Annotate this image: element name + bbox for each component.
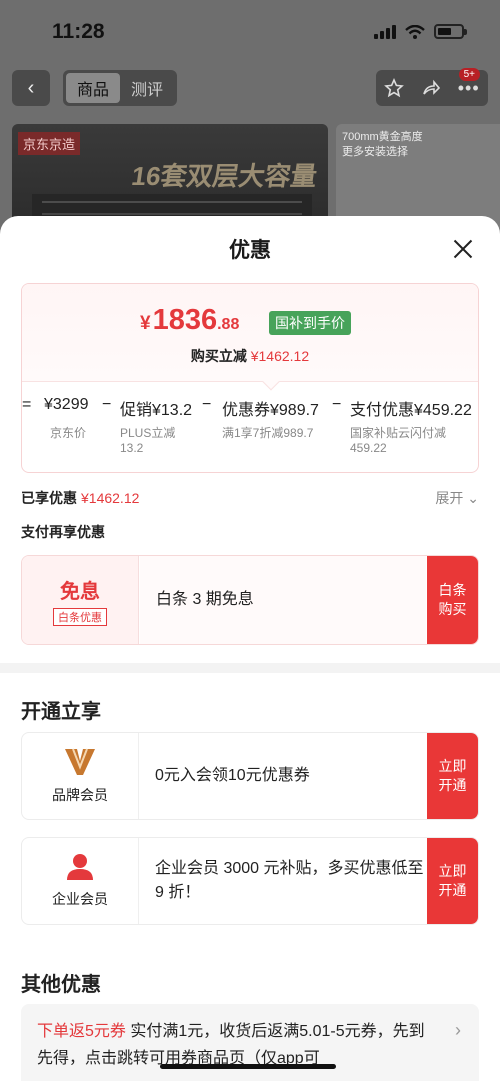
- interest-free-label: 免息: [60, 580, 100, 603]
- status-bar: 11:28: [0, 0, 500, 60]
- minus-sign: −: [202, 396, 212, 413]
- final-price-area: ¥ 1836 .88 国补到手价 购买立减 ¥1462.12: [22, 284, 478, 391]
- buy-discount-value: ¥1462.12: [250, 348, 310, 364]
- baitiao-tag: 白条优惠: [53, 607, 107, 626]
- tab-switch: 商品 测评: [63, 70, 177, 106]
- enterprise-member-open-button[interactable]: 立即 开通: [427, 838, 478, 924]
- pay-discount-amount: 支付优惠¥459.22: [350, 402, 472, 419]
- return-coupon-card[interactable]: 下单返5元券 实付满1元，收货后返满5.01-5元券，先到先得，点击跳转可用券商…: [21, 1004, 479, 1081]
- chevron-right-icon: ›: [455, 1020, 461, 1040]
- home-indicator[interactable]: [160, 1064, 336, 1069]
- baitiao-left: 免息 白条优惠: [22, 556, 139, 644]
- baitiao-offer-card[interactable]: 免息 白条优惠 白条 3 期免息 白条 购买: [21, 555, 479, 645]
- pointer-notch: [262, 373, 280, 391]
- equals-sign: =: [22, 396, 32, 413]
- close-icon[interactable]: [452, 238, 474, 260]
- jd-price: ¥3299: [44, 396, 89, 413]
- star-icon[interactable]: [384, 78, 405, 98]
- price-formula: = ¥3299 − 促销¥13.2 − 优惠券¥989.7 − 支付优惠¥459…: [22, 396, 478, 419]
- enterprise-member-card[interactable]: 企业会员 企业会员 3000 元补贴，多买优惠低至 9 折！ 立即 开通: [21, 837, 479, 925]
- buy-discount-label: 购买立减: [190, 348, 247, 364]
- coupon-amount: 优惠券¥989.7: [222, 402, 319, 419]
- price-breakdown-card: ¥ 1836 .88 国补到手价 购买立减 ¥1462.12 = ¥3299 −…: [21, 283, 479, 473]
- section-divider: [0, 663, 500, 673]
- tab-product[interactable]: 商品: [66, 73, 120, 103]
- brand-member-text: 0元入会领10元优惠券: [155, 767, 310, 784]
- enterprise-member-label: 企业会员: [52, 891, 108, 907]
- pay-again-heading: 支付再享优惠: [21, 524, 105, 540]
- share-icon[interactable]: [421, 78, 441, 98]
- top-nav: ‹ 商品 测评 ••• 5+: [0, 68, 500, 108]
- enjoyed-value: ¥1462.12: [81, 490, 140, 506]
- brand-v-logo-icon: [65, 748, 95, 775]
- product-page-background: 京东京造 16套双层大容量 700mm黄金高度 更多安装选择 11:28 ‹ 商…: [0, 0, 500, 240]
- enterprise-member-left: 企业会员: [22, 838, 139, 924]
- open-benefits-heading: 开通立享: [21, 701, 101, 723]
- enjoyed-discount-row: 已享优惠 ¥1462.12: [21, 488, 139, 508]
- wifi-icon: [405, 24, 425, 39]
- price-integer: 1836: [152, 304, 218, 336]
- coupon-detail: 满1享7折减989.7: [222, 426, 314, 440]
- baitiao-text: 白条 3 期免息: [140, 556, 426, 644]
- price-currency: ¥: [140, 313, 151, 334]
- signal-icon: [374, 24, 396, 39]
- pay-discount-detail: 国家补贴云闪付减 459.22: [350, 426, 447, 455]
- back-icon: ‹: [27, 76, 35, 99]
- user-icon: [67, 854, 93, 880]
- message-badge: 5+: [458, 68, 480, 81]
- price-decimal: .88: [217, 316, 240, 333]
- return-coupon-highlight: 下单返5元券: [37, 1023, 126, 1040]
- brand-member-label: 品牌会员: [52, 787, 108, 803]
- other-discounts-heading: 其他优惠: [21, 974, 101, 996]
- brand-member-left: 品牌会员: [22, 733, 139, 819]
- brand-member-card[interactable]: 品牌会员 0元入会领10元优惠券 立即 开通: [21, 732, 479, 820]
- expand-toggle[interactable]: 展开 ⌄: [435, 488, 479, 508]
- minus-sign: −: [102, 396, 112, 413]
- minus-sign: −: [332, 396, 342, 413]
- nav-actions: ••• 5+: [376, 68, 488, 106]
- jd-price-label: 京东价: [50, 426, 87, 440]
- battery-icon: [434, 24, 467, 39]
- discount-sheet: 优惠 ¥ 1836 .88 国补到手价 购买立减 ¥1462.12 = ¥329…: [0, 216, 500, 1081]
- enterprise-member-text: 企业会员 3000 元补贴，多买优惠低至 9 折！: [155, 860, 424, 901]
- subsidy-price-tag: 国补到手价: [269, 311, 351, 335]
- buy-discount-line: 购买立减 ¥1462.12: [22, 346, 478, 366]
- promo-amount: 促销¥13.2: [120, 402, 193, 419]
- hero-brand-tag: 京东京造: [18, 132, 81, 155]
- status-time: 11:28: [52, 20, 105, 43]
- brand-member-open-button[interactable]: 立即 开通: [427, 733, 478, 819]
- thumbnail-caption: 700mm黄金高度 更多安装选择: [342, 131, 423, 158]
- tab-review[interactable]: 测评: [120, 73, 174, 103]
- promo-detail: PLUS立减 13.2: [120, 426, 176, 455]
- enjoyed-label: 已享优惠: [21, 490, 77, 506]
- baitiao-buy-button[interactable]: 白条 购买: [427, 556, 478, 644]
- back-button[interactable]: ‹: [12, 70, 50, 106]
- sheet-title: 优惠: [229, 239, 271, 262]
- final-price: ¥ 1836 .88: [140, 304, 239, 337]
